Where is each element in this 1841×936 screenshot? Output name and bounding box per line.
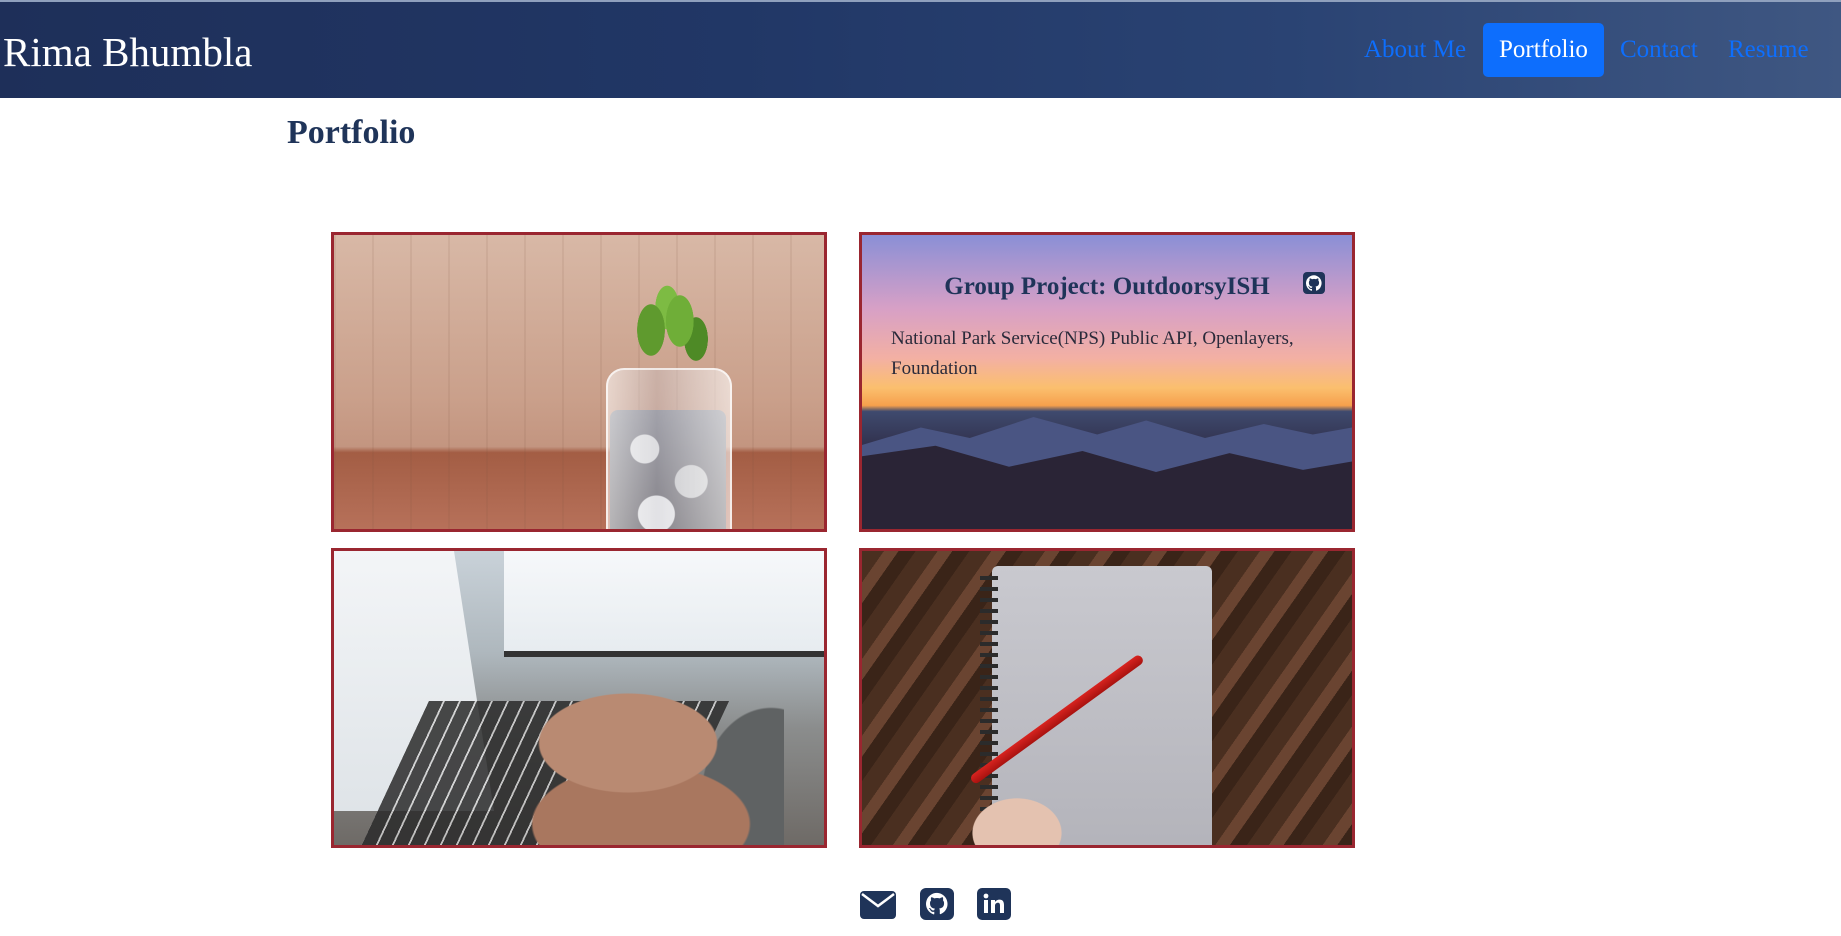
- project-image-laptop-typing: [334, 551, 824, 845]
- project-image-notebook-pen: [862, 551, 1352, 845]
- brand-name[interactable]: Rima Bhumbla: [3, 32, 252, 73]
- nav-link-portfolio[interactable]: Portfolio: [1483, 23, 1604, 77]
- project-card-1[interactable]: [331, 232, 827, 532]
- github-icon[interactable]: [1303, 272, 1325, 294]
- jar: [606, 368, 732, 529]
- nav-link-resume[interactable]: Resume: [1712, 23, 1825, 77]
- project-card-2[interactable]: Group Project: OutdoorsyISH National Par…: [859, 232, 1355, 532]
- linkedin-icon[interactable]: [977, 888, 1011, 920]
- nav-link-contact[interactable]: Contact: [1604, 23, 1714, 77]
- github-icon[interactable]: [920, 888, 954, 920]
- navbar: Rima Bhumbla About Me Portfolio Contact …: [0, 0, 1841, 98]
- monitor: [504, 551, 824, 657]
- nav-link-about-me[interactable]: About Me: [1348, 23, 1482, 77]
- project-title: Group Project: OutdoorsyISH: [944, 273, 1270, 300]
- envelope-icon[interactable]: [860, 891, 896, 919]
- project-description: National Park Service(NPS) Public API, O…: [891, 328, 1294, 379]
- page-title: Portfolio: [287, 114, 416, 151]
- hand: [972, 791, 1062, 845]
- plant: [624, 285, 714, 375]
- project-image-jar-of-coins: [334, 235, 824, 529]
- project-card-4[interactable]: [859, 548, 1355, 848]
- project-card-3[interactable]: [331, 548, 827, 848]
- hands: [524, 671, 784, 845]
